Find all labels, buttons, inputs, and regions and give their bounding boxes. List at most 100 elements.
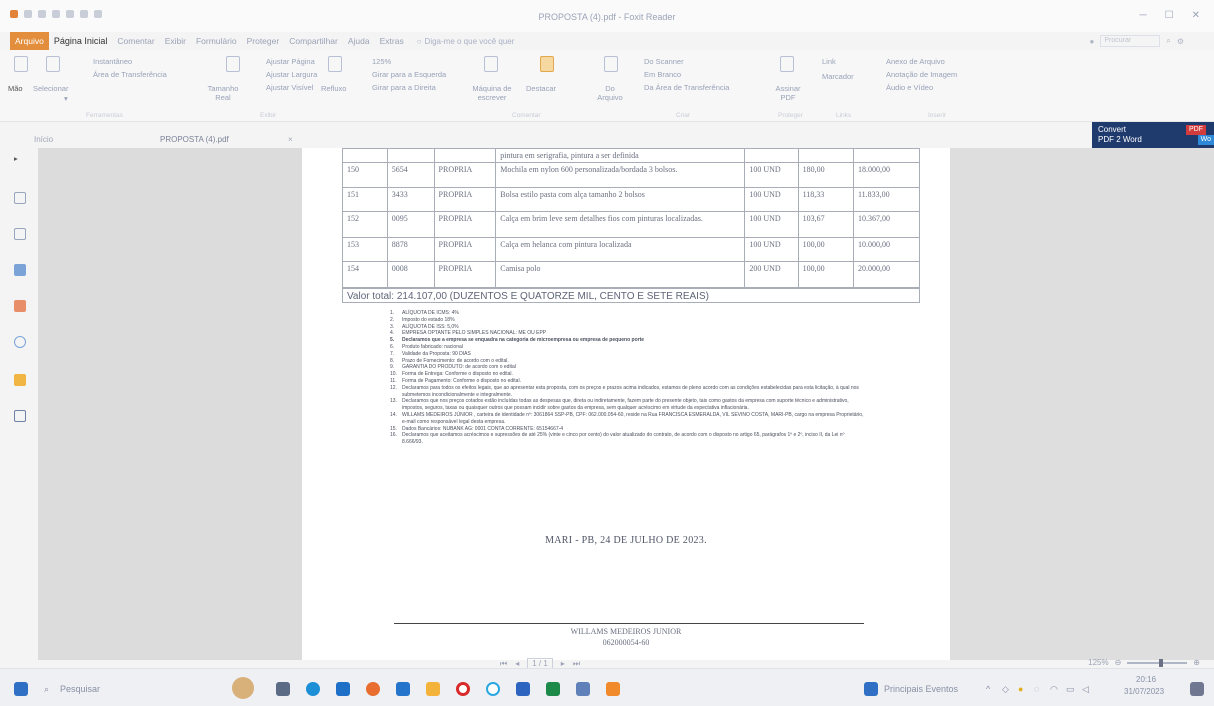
windows-start-icon[interactable] — [14, 682, 28, 696]
task-view-icon[interactable] — [276, 682, 290, 696]
convert-pdf-banner[interactable]: Convert PDF 2 Word PDF Wo — [1092, 122, 1214, 148]
firefox-icon[interactable] — [366, 682, 380, 696]
layers-icon[interactable] — [14, 300, 26, 312]
typewriter-icon[interactable] — [484, 56, 498, 72]
actual-size-button[interactable]: Tamanho Real — [206, 84, 240, 102]
actual-size-icon[interactable] — [226, 56, 240, 72]
hand-panel-icon[interactable] — [14, 192, 26, 204]
from-scanner-button[interactable]: Do Scanner — [644, 57, 684, 66]
zoom-slider[interactable] — [1127, 658, 1188, 667]
audio-video-button[interactable]: Áudio e Vídeo — [886, 83, 933, 92]
clock-time[interactable]: 20:16 — [1136, 675, 1156, 684]
typewriter-button[interactable]: Máquina de escrever — [472, 84, 512, 102]
tab-ajuda[interactable]: Ajuda — [343, 32, 375, 50]
foxit-icon[interactable] — [606, 682, 620, 696]
search-icon[interactable]: ⌕ — [44, 684, 49, 695]
tab-arquivo[interactable]: Arquivo — [10, 32, 49, 50]
image-annotation-button[interactable]: Anotação de Imagem — [886, 70, 957, 79]
taskbar-search[interactable]: Pesquisar — [60, 684, 100, 694]
word-icon[interactable] — [516, 682, 530, 696]
mail-icon[interactable] — [396, 682, 410, 696]
from-file-button[interactable]: Do Arquivo — [596, 84, 624, 102]
news-icon[interactable] — [864, 682, 878, 696]
zoom-level[interactable]: 125% — [1088, 658, 1108, 667]
tell-me-box[interactable]: ○ Diga-me o que você quer — [417, 37, 515, 46]
lock-icon[interactable] — [14, 374, 26, 386]
volume-icon[interactable]: ◁ — [1082, 684, 1089, 695]
select-icon[interactable] — [46, 56, 60, 72]
wifi-icon[interactable]: ◠ — [1050, 684, 1058, 695]
hand-icon[interactable] — [14, 56, 28, 72]
next-page-icon[interactable]: ▸ — [561, 659, 565, 668]
expand-panel-icon[interactable]: ▸ — [14, 154, 18, 163]
notifications-icon[interactable] — [1190, 682, 1204, 696]
find-input[interactable]: Procurar — [1100, 35, 1161, 47]
widgets-icon[interactable] — [232, 677, 254, 699]
pages-icon[interactable] — [14, 228, 26, 240]
edge-icon[interactable] — [306, 682, 320, 696]
clock-date[interactable]: 31/07/2023 — [1124, 687, 1164, 696]
tab-start[interactable]: Início — [34, 135, 53, 144]
cortana-icon[interactable] — [486, 682, 500, 696]
onedrive-icon[interactable]: ◌ — [1034, 684, 1039, 694]
from-clipboard-button[interactable]: Da Área de Transferência — [644, 83, 729, 92]
notepad-icon[interactable] — [576, 682, 590, 696]
close-window-icon[interactable]: ✕ — [1192, 10, 1200, 21]
attachment-icon[interactable] — [14, 336, 26, 348]
tab-exibir[interactable]: Exibir — [160, 32, 191, 50]
fit-width-button[interactable]: Ajustar Largura — [266, 70, 317, 79]
bookmark-button[interactable]: Marcador — [822, 72, 854, 81]
tab-comentar[interactable]: Comentar — [112, 32, 159, 50]
hand-tool-button[interactable]: Mão — [8, 84, 23, 93]
battery-icon[interactable]: ▭ — [1066, 684, 1075, 695]
excel-icon[interactable] — [546, 682, 560, 696]
rotate-right-button[interactable]: Girar para a Direita — [372, 83, 436, 92]
reflow-button[interactable]: Refluxo — [321, 84, 346, 93]
tab-proteger[interactable]: Proteger — [242, 32, 285, 50]
prev-page-icon[interactable]: ◂ — [515, 659, 519, 668]
fit-page-button[interactable]: Ajustar Página — [266, 57, 315, 66]
zoom-select[interactable]: 125% — [372, 57, 391, 66]
ribbon-tabs: Arquivo Página Inicial Comentar Exibir F… — [0, 32, 1214, 50]
chevron-down-icon[interactable]: ▾ — [64, 94, 68, 103]
snapshot-button[interactable]: Instantâneo — [93, 57, 132, 66]
tab-compartilhar[interactable]: Compartilhar — [284, 32, 343, 50]
bell-icon[interactable]: ● — [1090, 37, 1095, 46]
last-page-icon[interactable]: ⏭ — [573, 659, 580, 669]
maximize-icon[interactable]: ☐ — [1165, 10, 1174, 21]
select-tool-button[interactable]: Selecionar — [33, 84, 68, 93]
tab-formulario[interactable]: Formulário — [191, 32, 242, 50]
from-file-icon[interactable] — [604, 56, 618, 72]
fill-sign-icon[interactable] — [14, 410, 26, 422]
close-tab-icon[interactable]: × — [288, 135, 293, 144]
rotate-left-button[interactable]: Girar para a Esquerda — [372, 70, 446, 79]
tab-current-document[interactable]: PROPOSTA (4).pdf — [160, 135, 229, 144]
zoom-out-icon[interactable]: ⊖ — [1115, 658, 1122, 667]
sign-pdf-icon[interactable] — [780, 56, 794, 72]
sign-pdf-button[interactable]: Assinar PDF — [774, 84, 802, 102]
search-icon[interactable]: ⌕ — [1166, 36, 1170, 46]
principais-eventos[interactable]: Principais Eventos — [884, 684, 958, 694]
tab-extras[interactable]: Extras — [375, 32, 409, 50]
opera-icon[interactable] — [456, 682, 470, 696]
file-attachment-button[interactable]: Anexo de Arquivo — [886, 57, 945, 66]
clipboard-button[interactable]: Área de Transferência — [93, 70, 167, 79]
first-page-icon[interactable]: ⏮ — [500, 659, 507, 669]
signature-icon[interactable] — [14, 264, 26, 276]
reflow-icon[interactable] — [328, 56, 342, 72]
store-icon[interactable] — [336, 682, 350, 696]
table-cell-unit: 200 UND — [744, 261, 799, 288]
tab-pagina-inicial[interactable]: Página Inicial — [49, 32, 113, 50]
tray-chevron-icon[interactable]: ^ — [986, 684, 990, 694]
minimize-icon[interactable]: ─ — [1140, 10, 1147, 21]
link-button[interactable]: Link — [822, 57, 836, 66]
highlight-button[interactable]: Destacar — [526, 84, 556, 93]
fit-visible-button[interactable]: Ajustar Visível — [266, 83, 313, 92]
highlight-icon[interactable] — [540, 56, 554, 72]
zoom-in-icon[interactable]: ⊕ — [1193, 658, 1200, 667]
security-icon[interactable]: ● — [1018, 684, 1023, 694]
file-explorer-icon[interactable] — [426, 682, 440, 696]
network-icon[interactable]: ◇ — [1002, 684, 1009, 695]
blank-button[interactable]: Em Branco — [644, 70, 681, 79]
settings-icon[interactable]: ⚙ — [1177, 37, 1184, 46]
